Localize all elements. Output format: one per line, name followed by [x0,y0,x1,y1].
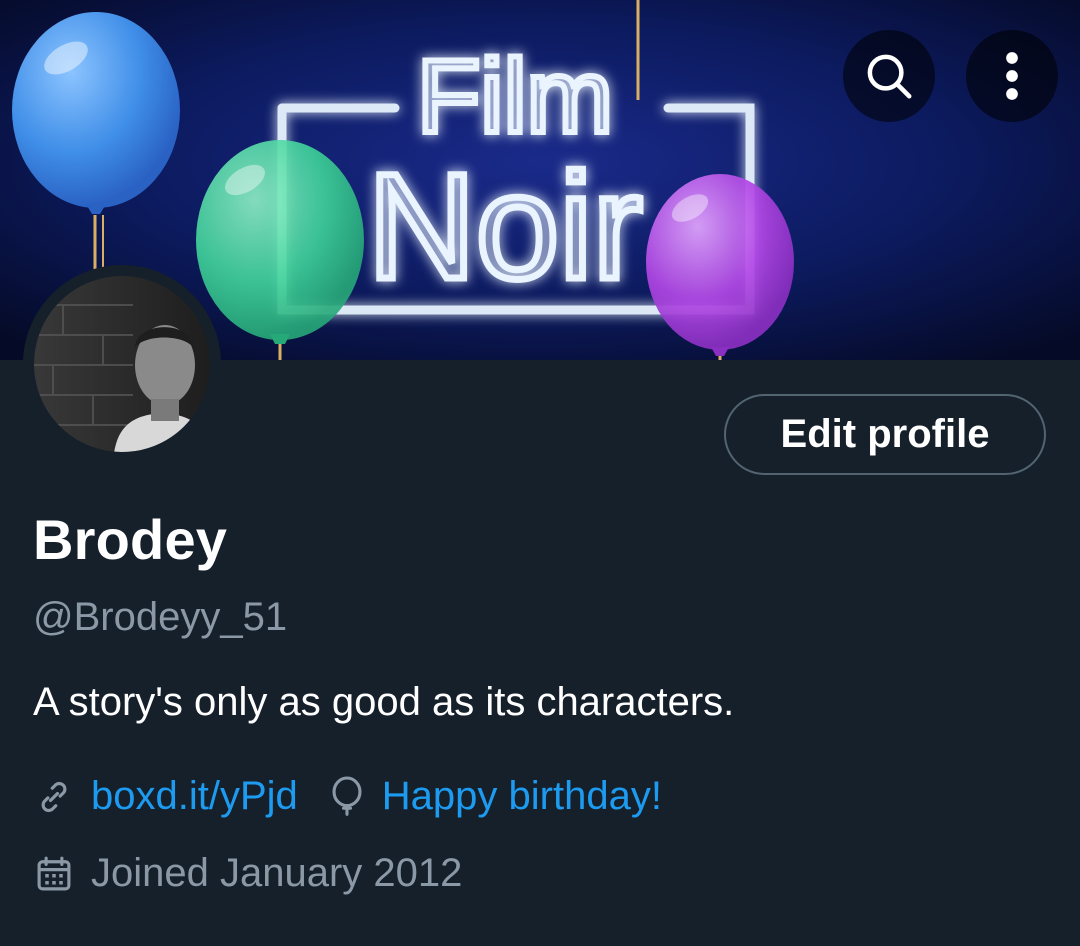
profile-joined-row: Joined January 2012 [33,851,462,896]
profile-meta-row: boxd.it/yPjd Happy birthday! [33,774,662,819]
user-handle: @Brodeyy_51 [33,595,288,639]
avatar[interactable] [23,265,221,463]
profile-bio: A story's only as good as its characters… [33,680,735,724]
website-link[interactable]: boxd.it/yPjd [91,774,298,819]
calendar-icon [33,853,75,895]
svg-text:Noir: Noir [367,142,642,310]
svg-text:Film: Film [417,39,613,155]
display-name: Brodey [33,508,228,571]
joined-date: Joined January 2012 [91,851,463,895]
more-options-button[interactable] [966,30,1058,122]
edit-profile-button[interactable]: Edit profile [724,394,1046,475]
birthday-text: Happy birthday! [381,774,662,818]
profile-page: Film Noir Edit profile Brodey @Brodeyy_5… [0,0,1080,946]
more-vertical-icon [1006,52,1018,100]
search-icon [867,54,912,99]
link-icon [33,776,75,818]
balloon-icon [328,775,366,818]
search-button[interactable] [843,30,935,122]
avatar-image [24,266,220,462]
